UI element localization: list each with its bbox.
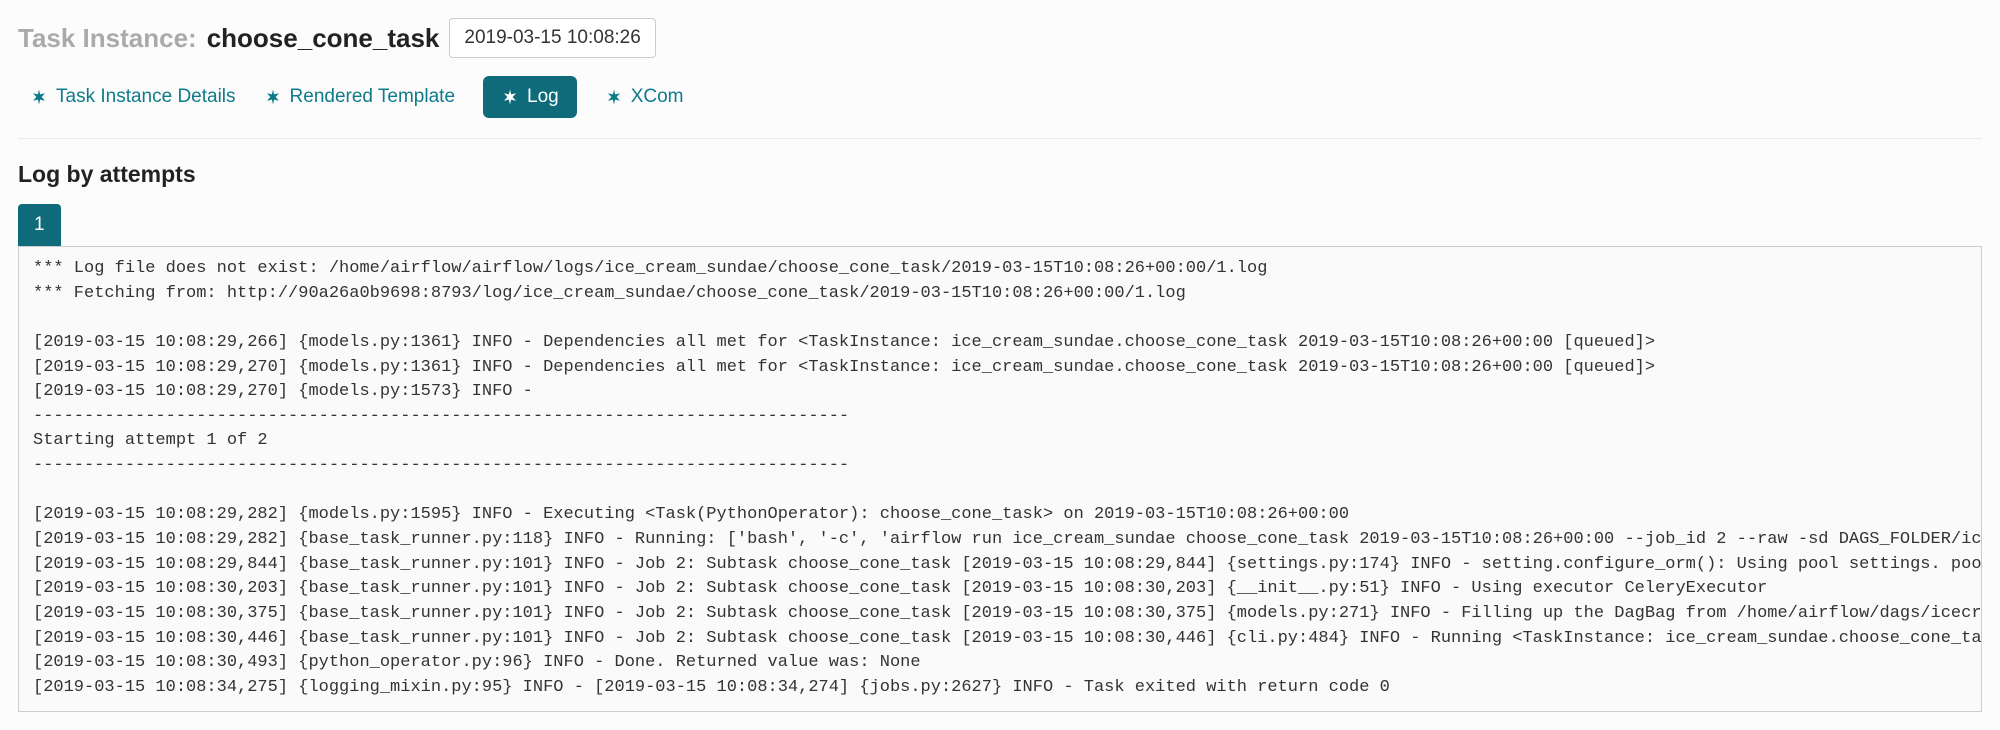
asterisk-icon [501, 88, 519, 106]
asterisk-icon [605, 88, 623, 106]
attempt-tabs: 1 [18, 204, 1982, 246]
tab-xcom[interactable]: XCom [605, 86, 684, 108]
task-instance-header: Task Instance: choose_cone_task 2019-03-… [18, 18, 1982, 58]
tab-label: Rendered Template [290, 86, 455, 108]
task-tabs: Task Instance Details Rendered Template … [18, 76, 1982, 139]
attempt-tab-1[interactable]: 1 [18, 204, 61, 246]
execution-date-input[interactable]: 2019-03-15 10:08:26 [449, 18, 655, 58]
log-content: *** Log file does not exist: /home/airfl… [33, 257, 1967, 701]
tab-label: XCom [631, 86, 684, 108]
tab-log[interactable]: Log [483, 76, 577, 118]
asterisk-icon [30, 88, 48, 106]
log-output-box: *** Log file does not exist: /home/airfl… [18, 246, 1982, 712]
tab-label: Log [527, 86, 559, 108]
tab-label: Task Instance Details [56, 86, 236, 108]
header-label: Task Instance: [18, 23, 197, 54]
header-task-name: choose_cone_task [207, 23, 440, 54]
tab-rendered-template[interactable]: Rendered Template [264, 86, 455, 108]
tab-task-instance-details[interactable]: Task Instance Details [30, 86, 236, 108]
log-section-title: Log by attempts [18, 161, 1982, 188]
asterisk-icon [264, 88, 282, 106]
